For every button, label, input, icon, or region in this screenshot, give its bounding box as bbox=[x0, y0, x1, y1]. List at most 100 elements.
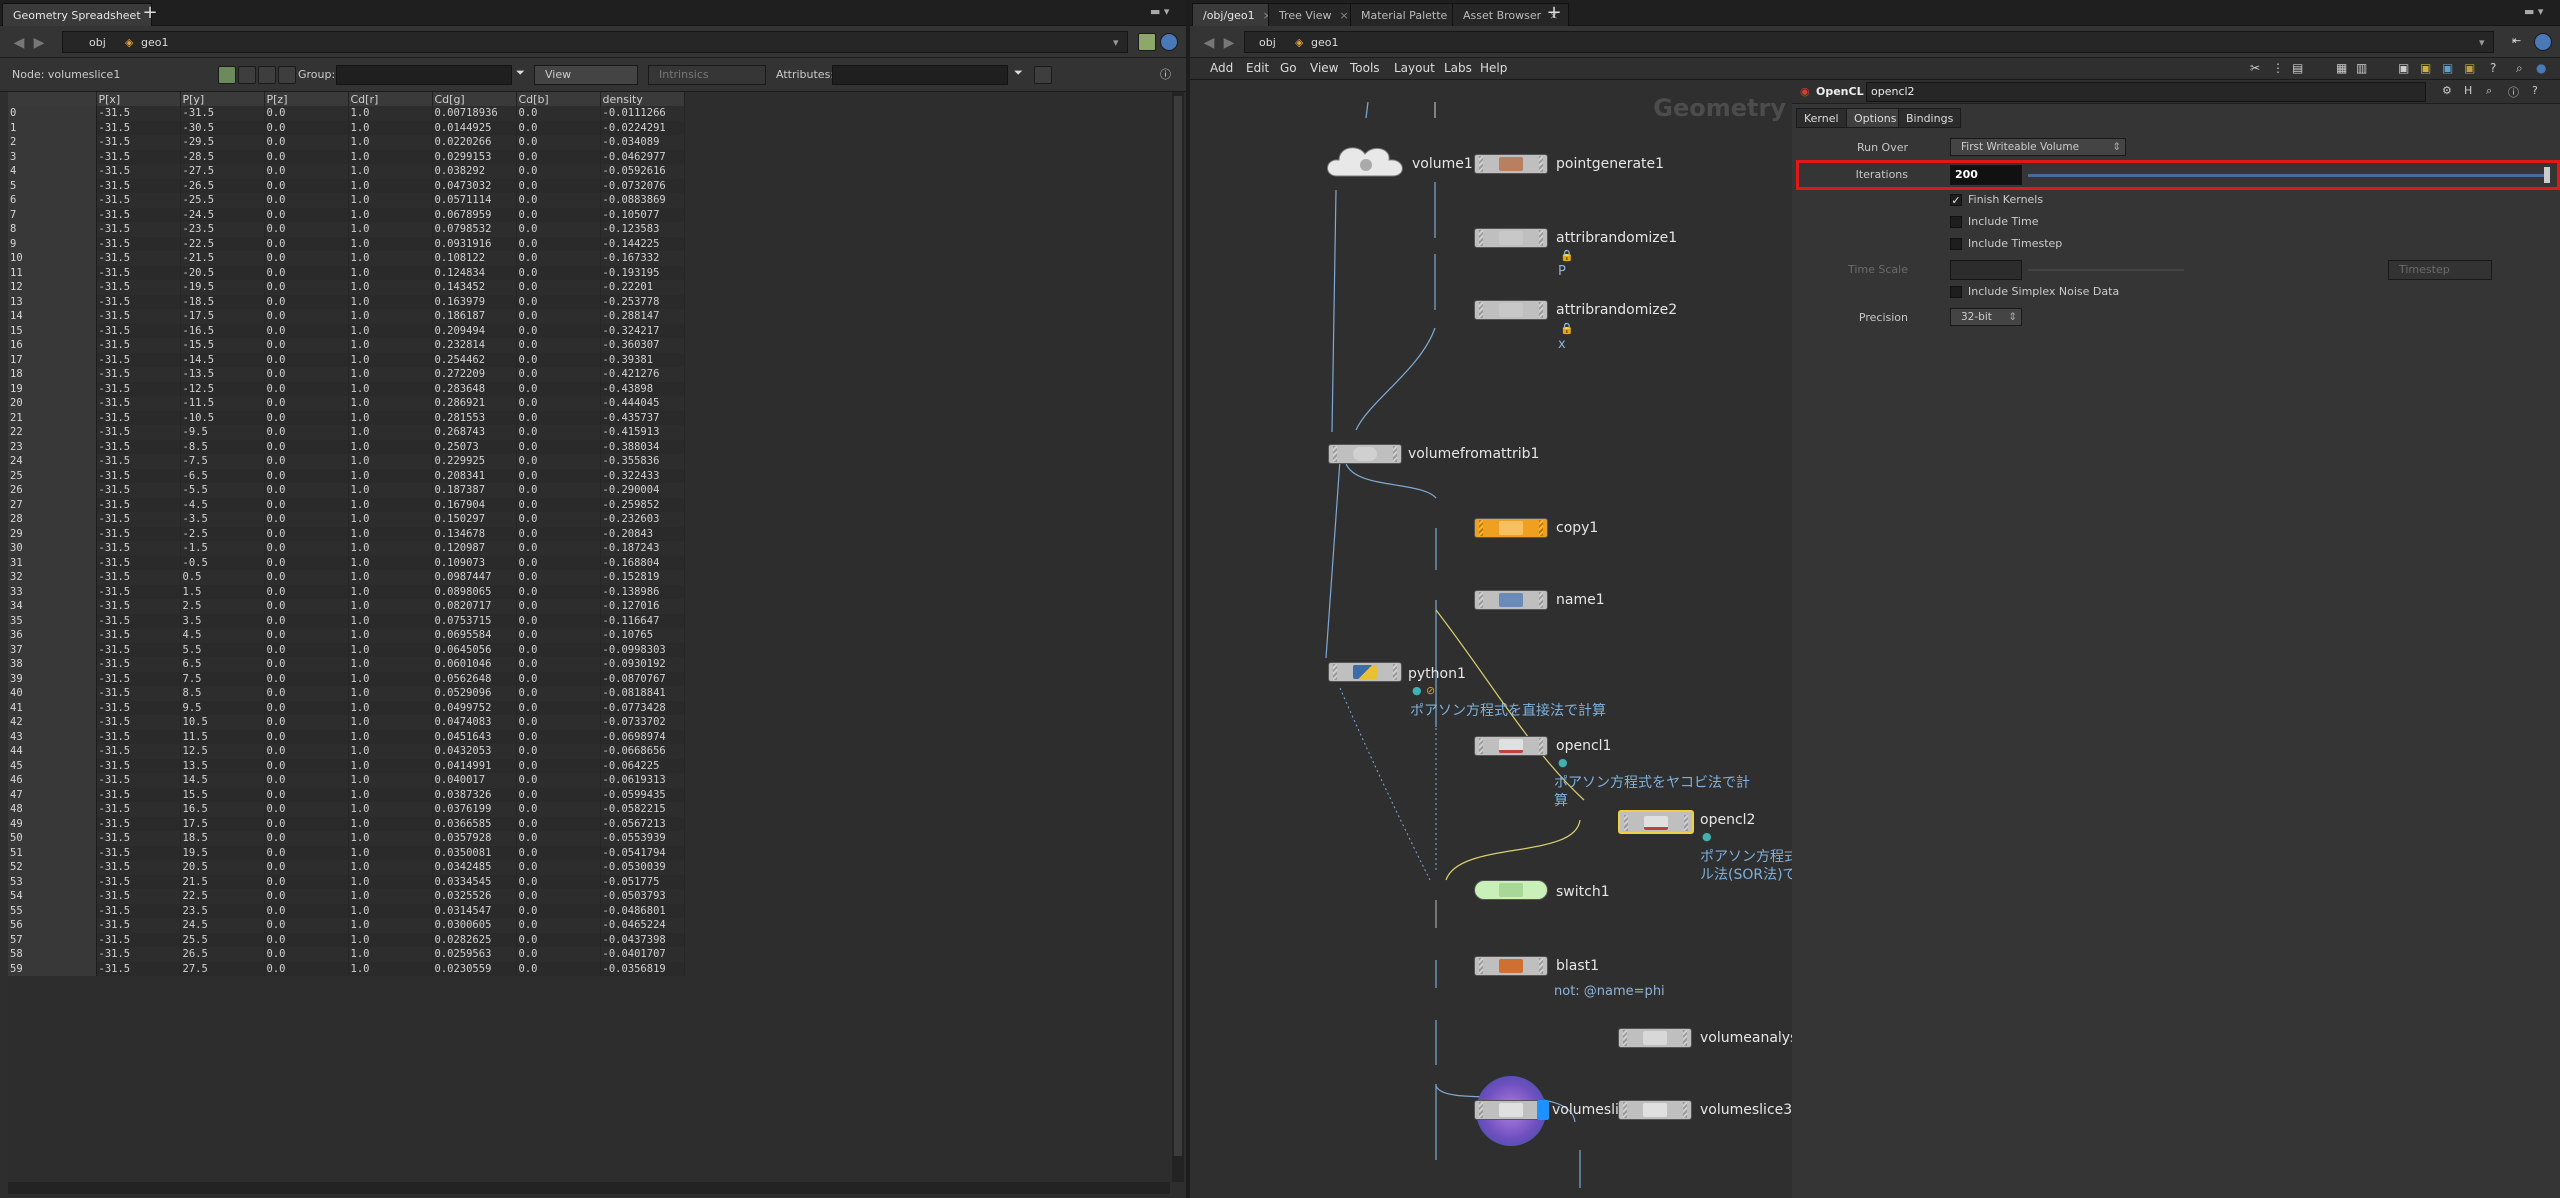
grid-icon[interactable]: ▦ bbox=[2336, 61, 2347, 75]
node-opencl2-selected[interactable] bbox=[1618, 810, 1694, 834]
node-volume1[interactable] bbox=[1327, 144, 1405, 180]
node-label-name1[interactable]: name1 bbox=[1556, 592, 1605, 608]
node-label-volumeanalysis[interactable]: volumeanalys bbox=[1700, 1030, 1792, 1046]
back-arrow-icon[interactable]: ◀ bbox=[1200, 34, 1218, 52]
run-over-dropdown[interactable]: First Writeable Volume ⇕ bbox=[1950, 138, 2126, 156]
back-arrow-icon[interactable]: ◀ bbox=[10, 34, 28, 52]
node-opencl1[interactable] bbox=[1474, 736, 1548, 756]
table-row[interactable]: 8 -31.5 -23.5 0.0 1.0 0.0798532 0.0 -0.123583 bbox=[8, 222, 685, 237]
pane-menu-icon[interactable]: ▬ ▾ bbox=[1150, 5, 1169, 18]
table-row[interactable]: 14 -31.5 -17.5 0.0 1.0 0.186187 0.0 -0.288147 bbox=[8, 309, 685, 324]
table-row[interactable]: 49 -31.5 17.5 0.0 1.0 0.0366585 0.0 -0.0567213 bbox=[8, 816, 685, 831]
menu-view[interactable]: View bbox=[1310, 61, 1338, 75]
time-scale-field[interactable] bbox=[1950, 260, 2022, 280]
vertical-scrollbar[interactable] bbox=[1172, 92, 1184, 1182]
tab-kernel[interactable]: Kernel bbox=[1796, 108, 1847, 128]
display-flag-icon[interactable] bbox=[1537, 1100, 1549, 1120]
table-row[interactable]: 16 -31.5 -15.5 0.0 1.0 0.232814 0.0 -0.360307 bbox=[8, 338, 685, 353]
table-row[interactable]: 59 -31.5 27.5 0.0 1.0 0.0230559 0.0 -0.0356819 bbox=[8, 961, 685, 976]
path-dropdown-icon[interactable]: ▾ bbox=[2479, 35, 2485, 51]
table-row[interactable]: 13 -31.5 -18.5 0.0 1.0 0.163979 0.0 -0.253778 bbox=[8, 294, 685, 309]
tab-bindings[interactable]: Bindings bbox=[1898, 108, 1962, 128]
node-switch1[interactable] bbox=[1474, 880, 1548, 900]
node-label-opencl2[interactable]: opencl2 bbox=[1700, 812, 1755, 828]
node-python1[interactable] bbox=[1328, 662, 1402, 682]
node-volumeslice3[interactable] bbox=[1618, 1100, 1692, 1120]
node-label-volumeslice1[interactable]: volumesli bbox=[1552, 1102, 1619, 1118]
path-dropdown-icon[interactable]: ▾ bbox=[1113, 35, 1119, 51]
include-time-checkbox[interactable] bbox=[1950, 216, 1962, 228]
table-row[interactable]: 9 -31.5 -22.5 0.0 1.0 0.0931916 0.0 -0.144225 bbox=[8, 236, 685, 251]
menu-help[interactable]: Help bbox=[1480, 61, 1507, 75]
table-row[interactable]: 15 -31.5 -16.5 0.0 1.0 0.209494 0.0 -0.324217 bbox=[8, 323, 685, 338]
table-row[interactable]: 31 -31.5 -0.5 0.0 1.0 0.109073 0.0 -0.168804 bbox=[8, 555, 685, 570]
path-field[interactable]: obj ◈ geo1 ▾ bbox=[1244, 31, 2494, 53]
link-icon[interactable]: ● bbox=[2536, 61, 2546, 75]
column-header[interactable]: P[z] bbox=[264, 92, 349, 106]
table-row[interactable]: 36 -31.5 4.5 0.0 1.0 0.0695584 0.0 -0.10765 bbox=[8, 628, 685, 643]
table-row[interactable]: 21 -31.5 -10.5 0.0 1.0 0.281553 0.0 -0.435737 bbox=[8, 410, 685, 425]
table-row[interactable]: 44 -31.5 12.5 0.0 1.0 0.0432053 0.0 -0.0668656 bbox=[8, 744, 685, 759]
gear-icon[interactable]: ⚙ bbox=[2442, 84, 2452, 97]
scrollbar-thumb[interactable] bbox=[1174, 96, 1182, 1156]
node-label-volumefromattrib1[interactable]: volumefromattrib1 bbox=[1408, 446, 1539, 462]
node-attribrandomize1[interactable] bbox=[1474, 228, 1548, 248]
node-copy1[interactable] bbox=[1474, 518, 1548, 538]
close-icon[interactable]: × bbox=[1340, 9, 1349, 22]
table-row[interactable]: 32 -31.5 0.5 0.0 1.0 0.0987447 0.0 -0.152819 bbox=[8, 570, 685, 585]
table-row[interactable]: 37 -31.5 5.5 0.0 1.0 0.0645056 0.0 -0.0998303 bbox=[8, 642, 685, 657]
table-row[interactable]: 10 -31.5 -21.5 0.0 1.0 0.108122 0.0 -0.167332 bbox=[8, 251, 685, 266]
node-label-volume1[interactable]: volume1 bbox=[1412, 156, 1473, 172]
table-row[interactable]: 3 -31.5 -28.5 0.0 1.0 0.0299153 0.0 -0.0462977 bbox=[8, 149, 685, 164]
table-row[interactable]: 54 -31.5 22.5 0.0 1.0 0.0325526 0.0 -0.0503793 bbox=[8, 889, 685, 904]
menu-labs[interactable]: Labs bbox=[1444, 61, 1472, 75]
pane-menu-icon[interactable]: ▬ ▾ bbox=[2524, 5, 2543, 18]
table-row[interactable]: 2 -31.5 -29.5 0.0 1.0 0.0220266 0.0 -0.034089 bbox=[8, 135, 685, 150]
filter-icon[interactable]: ⏷ bbox=[516, 66, 525, 80]
pin-icon[interactable] bbox=[1138, 33, 1156, 51]
table-row[interactable]: 50 -31.5 18.5 0.0 1.0 0.0357928 0.0 -0.0553939 bbox=[8, 831, 685, 846]
sticky-icon[interactable]: ▣ bbox=[2420, 61, 2431, 75]
columns-icon[interactable] bbox=[1034, 66, 1052, 84]
search-icon[interactable]: ⌕ bbox=[2486, 84, 2492, 98]
table-row[interactable]: 34 -31.5 2.5 0.0 1.0 0.0820717 0.0 -0.127016 bbox=[8, 599, 685, 614]
spreadsheet-grid[interactable]: P[x] P[y] P[z] Cd[r] Cd[g] Cd[b] density 0 -31.… bbox=[8, 92, 1170, 1182]
table-row[interactable]: 35 -31.5 3.5 0.0 1.0 0.0753715 0.0 -0.116647 bbox=[8, 613, 685, 628]
table-row[interactable]: 42 -31.5 10.5 0.0 1.0 0.0474083 0.0 -0.0733702 bbox=[8, 715, 685, 730]
iterations-field[interactable]: 200 bbox=[1950, 165, 2022, 185]
node-pointgenerate1[interactable] bbox=[1474, 154, 1548, 174]
tab-tree-view[interactable]: Tree View × bbox=[1268, 3, 1360, 26]
table-row[interactable]: 24 -31.5 -7.5 0.0 1.0 0.229925 0.0 -0.355836 bbox=[8, 454, 685, 469]
path-geo[interactable]: geo1 bbox=[141, 35, 168, 51]
table-row[interactable]: 26 -31.5 -5.5 0.0 1.0 0.187387 0.0 -0.290004 bbox=[8, 483, 685, 498]
column-header[interactable]: density bbox=[600, 92, 685, 106]
view-dropdown[interactable]: View bbox=[534, 65, 638, 85]
primitives-mode-icon[interactable] bbox=[258, 66, 276, 84]
table-row[interactable]: 57 -31.5 25.5 0.0 1.0 0.0282625 0.0 -0.0437398 bbox=[8, 932, 685, 947]
help-icon[interactable]: ⓘ bbox=[1160, 66, 1171, 82]
detail-mode-icon[interactable] bbox=[278, 66, 296, 84]
table-row[interactable]: 5 -31.5 -26.5 0.0 1.0 0.0473032 0.0 -0.0732076 bbox=[8, 178, 685, 193]
link-icon[interactable] bbox=[2534, 33, 2552, 51]
timestep-dropdown[interactable]: Timestep bbox=[2388, 260, 2492, 280]
iterations-slider-handle[interactable] bbox=[2544, 167, 2550, 183]
node-volumeanalysis[interactable] bbox=[1618, 1028, 1692, 1048]
tools-icon[interactable]: ✂ bbox=[2250, 61, 2260, 75]
table-row[interactable]: 56 -31.5 24.5 0.0 1.0 0.0300605 0.0 -0.0465224 bbox=[8, 918, 685, 933]
add-tab-icon[interactable]: + bbox=[140, 4, 160, 24]
menu-add[interactable]: Add bbox=[1210, 61, 1233, 75]
table-row[interactable]: 52 -31.5 20.5 0.0 1.0 0.0342485 0.0 -0.0530039 bbox=[8, 860, 685, 875]
table-row[interactable]: 4 -31.5 -27.5 0.0 1.0 0.038292 0.0 -0.0592616 bbox=[8, 164, 685, 179]
menu-tools[interactable]: Tools bbox=[1350, 61, 1380, 75]
time-scale-slider[interactable] bbox=[2028, 269, 2184, 271]
intrinsics-dropdown[interactable]: Intrinsics bbox=[648, 65, 766, 85]
table-row[interactable]: 20 -31.5 -11.5 0.0 1.0 0.286921 0.0 -0.444045 bbox=[8, 396, 685, 411]
column-header[interactable]: Cd[b] bbox=[516, 92, 601, 106]
node-blast1[interactable] bbox=[1474, 956, 1548, 976]
precision-dropdown[interactable]: 32-bit ⇕ bbox=[1950, 308, 2022, 326]
vertices-mode-icon[interactable] bbox=[238, 66, 256, 84]
help-icon[interactable]: ? bbox=[2532, 84, 2538, 97]
path-obj[interactable]: obj bbox=[1259, 35, 1276, 51]
table-row[interactable]: 1 -31.5 -30.5 0.0 1.0 0.0144925 0.0 -0.0224291 bbox=[8, 120, 685, 135]
table-row[interactable]: 43 -31.5 11.5 0.0 1.0 0.0451643 0.0 -0.0698974 bbox=[8, 729, 685, 744]
